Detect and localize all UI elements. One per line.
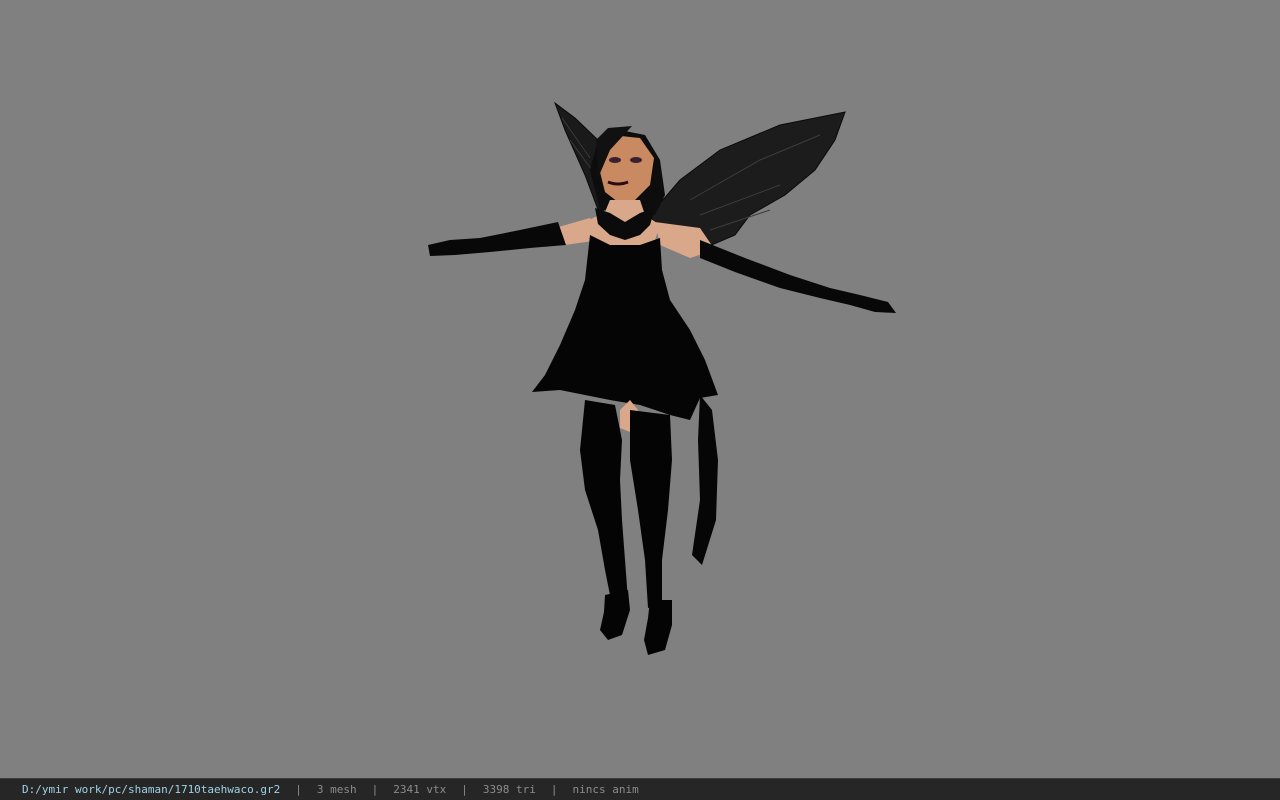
separator: | [461, 783, 468, 796]
file-path: D:/ymir work/pc/shaman/1710taehwaco.gr2 [22, 783, 281, 796]
left-leg [580, 400, 628, 605]
right-arm [700, 240, 896, 313]
right-leg [630, 410, 672, 608]
left-arm [428, 222, 566, 256]
3d-viewport[interactable] [0, 0, 1280, 778]
triangle-count: 3398 tri [482, 783, 536, 796]
dress [532, 235, 718, 420]
separator: | [371, 783, 379, 796]
character-model[interactable] [0, 0, 1280, 778]
mesh-count: 3 mesh [316, 783, 357, 796]
separator: | [550, 783, 558, 796]
vertex-count: 2341 vtx [393, 783, 447, 796]
status-bar: D:/ymir work/pc/shaman/1710taehwaco.gr2 |… [0, 778, 1280, 800]
separator: | [295, 783, 302, 796]
animation-status: nincs anim [572, 783, 639, 796]
right-foot [644, 600, 672, 655]
left-foot [600, 590, 630, 640]
